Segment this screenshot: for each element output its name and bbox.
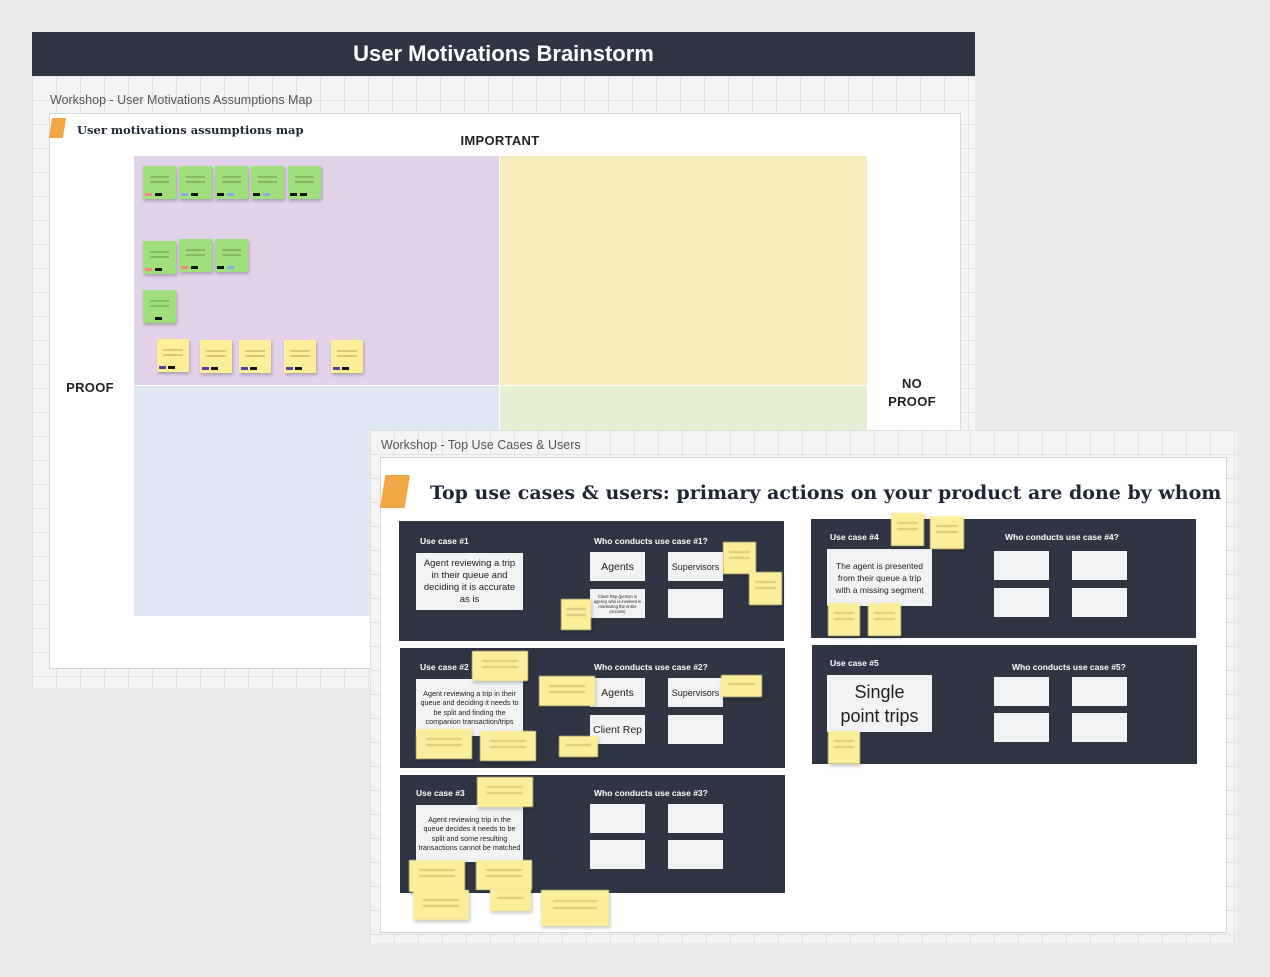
sticky-note[interactable]: [891, 513, 924, 546]
sticky-note[interactable]: [416, 729, 472, 759]
sticky-note[interactable]: [723, 542, 756, 574]
user-label: Agents: [601, 560, 634, 573]
user-empty[interactable]: [994, 551, 1049, 580]
sticky-note[interactable]: [477, 777, 533, 807]
sticky-note[interactable]: [541, 890, 609, 926]
user-empty[interactable]: [994, 713, 1049, 742]
sticky-note[interactable]: [561, 599, 591, 630]
sticky-note[interactable]: [539, 676, 595, 706]
board-banner: User Motivations Brainstorm: [32, 32, 975, 76]
sticky-note[interactable]: [215, 239, 248, 272]
sticky-note[interactable]: [490, 889, 531, 911]
sticky-note[interactable]: [721, 675, 762, 697]
use-case-5-label: Use case #5: [830, 658, 879, 668]
sticky-note[interactable]: [559, 736, 598, 757]
sticky-note[interactable]: [179, 239, 212, 272]
sticky-note[interactable]: [409, 860, 465, 892]
sticky-note[interactable]: [239, 340, 271, 373]
use-case-2-who: Who conducts use case #2?: [594, 662, 708, 672]
axis-proof-right: PROOF: [888, 394, 936, 409]
user-label: Client Rep: [592, 723, 643, 736]
use-case-2-description[interactable]: Agent reviewing a trip in their queue an…: [416, 679, 523, 736]
use-case-1-description[interactable]: Agent reviewing a trip in their queue an…: [416, 553, 523, 610]
sticky-note[interactable]: [930, 516, 964, 549]
sticky-note[interactable]: [284, 340, 316, 373]
description-text: The agent is presented from their queue …: [835, 560, 924, 595]
user-empty[interactable]: [668, 715, 723, 744]
user-empty[interactable]: [590, 804, 645, 833]
use-case-5-who: Who conducts use case #5?: [1012, 662, 1126, 672]
user-agents[interactable]: Agents: [590, 552, 645, 581]
board-title: User Motivations Brainstorm: [353, 41, 654, 66]
user-empty[interactable]: [668, 840, 723, 869]
use-case-4-label: Use case #4: [830, 532, 879, 542]
user-client-rep[interactable]: Client Rep (person in agency who is invo…: [590, 589, 645, 618]
user-empty[interactable]: [590, 840, 645, 869]
description-text: Agent reviewing a trip in their queue an…: [423, 557, 516, 605]
axis-proof: PROOF: [66, 380, 114, 395]
user-label: Supervisors: [671, 561, 720, 572]
sticky-note[interactable]: [143, 241, 176, 274]
description-text: Single: [854, 681, 905, 702]
axis-no-proof: NO PROOF: [880, 375, 944, 411]
sticky-note[interactable]: [749, 572, 782, 605]
user-empty[interactable]: [668, 589, 723, 618]
user-client-rep[interactable]: Client Rep: [590, 715, 645, 744]
sticky-note[interactable]: [288, 166, 321, 199]
user-agents[interactable]: Agents: [590, 678, 645, 707]
sticky-note[interactable]: [868, 603, 901, 636]
user-empty[interactable]: [1072, 588, 1127, 617]
sticky-note[interactable]: [157, 339, 189, 372]
use-cases-title: Top use cases & users: primary actions o…: [430, 482, 1222, 504]
user-empty[interactable]: [1072, 677, 1127, 706]
sticky-note[interactable]: [480, 731, 536, 761]
sticky-note[interactable]: [476, 860, 532, 890]
use-case-4-description[interactable]: The agent is presented from their queue …: [827, 549, 932, 606]
sticky-note[interactable]: [143, 290, 176, 323]
user-empty[interactable]: [994, 677, 1049, 706]
use-case-1-who: Who conducts use case #1?: [594, 536, 708, 546]
quadrant-important-no-proof[interactable]: [500, 156, 867, 385]
axis-important: IMPORTANT: [460, 133, 540, 148]
user-empty[interactable]: [1072, 713, 1127, 742]
user-empty[interactable]: [668, 804, 723, 833]
axis-no: NO: [901, 376, 923, 391]
frame-label-use-cases[interactable]: Workshop - Top Use Cases & Users: [381, 438, 581, 452]
sticky-note[interactable]: [828, 603, 860, 636]
card-title: User motivations assumptions map: [77, 123, 304, 137]
sticky-note[interactable]: [200, 340, 232, 373]
user-supervisors[interactable]: Supervisors: [668, 552, 723, 581]
sticky-note[interactable]: [251, 166, 284, 199]
use-case-2-label: Use case #2: [420, 662, 469, 672]
user-empty[interactable]: [994, 588, 1049, 617]
user-label: Agents: [601, 686, 634, 699]
user-supervisors[interactable]: Supervisors: [668, 678, 723, 707]
description-text: point trips: [840, 705, 919, 726]
sticky-note[interactable]: [472, 651, 528, 681]
user-empty[interactable]: [1072, 551, 1127, 580]
use-case-1-label: Use case #1: [420, 536, 469, 546]
use-case-4-who: Who conducts use case #4?: [1005, 532, 1119, 542]
use-case-3-label: Use case #3: [416, 788, 465, 798]
frame-label-assumptions[interactable]: Workshop - User Motivations Assumptions …: [50, 93, 312, 107]
description-text: Agent reviewing trip in the queue decide…: [418, 814, 521, 853]
sticky-note[interactable]: [331, 340, 363, 373]
user-label: Client Rep (person in agency who is invo…: [593, 593, 642, 614]
sticky-note[interactable]: [828, 731, 860, 764]
sticky-note[interactable]: [143, 166, 176, 199]
use-case-5-description[interactable]: Single point trips: [827, 675, 932, 732]
description-text: Agent reviewing a trip in their queue an…: [420, 688, 519, 727]
sticky-note[interactable]: [179, 166, 212, 199]
use-case-3-who: Who conducts use case #3?: [594, 788, 708, 798]
sticky-note[interactable]: [215, 166, 248, 199]
sticky-note[interactable]: [413, 890, 469, 920]
user-label: Supervisors: [671, 687, 720, 698]
use-case-3-description[interactable]: Agent reviewing trip in the queue decide…: [416, 805, 523, 862]
